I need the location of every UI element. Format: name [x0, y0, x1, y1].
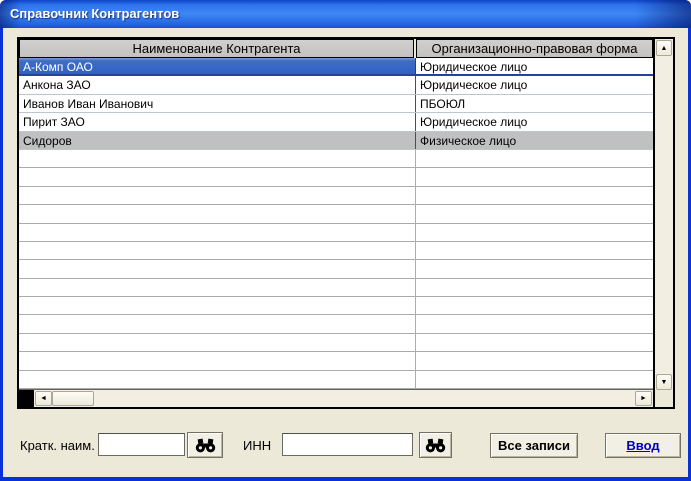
all-records-button-label: Все записи — [497, 438, 571, 453]
table-empty-row — [19, 149, 653, 169]
cell-counterparty-name[interactable]: Анкона ЗАО — [19, 76, 416, 94]
table-row[interactable]: А-Комп ОАО Юридическое лицо — [19, 58, 653, 77]
scrollbar-corner-block — [19, 390, 34, 407]
cell-legal-form[interactable]: Юридическое лицо — [416, 76, 653, 93]
column-header-name[interactable]: Наименование Контрагента — [19, 39, 414, 58]
empty-cell — [416, 297, 653, 314]
empty-cell — [416, 352, 653, 369]
table-header-row: Наименование Контрагента Организационно-… — [19, 39, 653, 58]
dialog-window: Справочник Контрагентов Наименование Кон… — [0, 0, 691, 481]
column-header-legal-form[interactable]: Организационно-правовая форма — [416, 39, 653, 58]
horizontal-scroll-track[interactable] — [94, 390, 634, 407]
empty-cell — [19, 260, 416, 278]
inn-input[interactable] — [282, 433, 413, 456]
table-row[interactable]: Анкона ЗАО Юридическое лицо — [19, 76, 653, 95]
empty-cell — [416, 260, 653, 277]
empty-cell — [19, 352, 416, 370]
binoculars-icon — [195, 438, 215, 452]
table-row[interactable]: Сидоров Физическое лицо — [19, 131, 653, 150]
cell-counterparty-name[interactable]: Пирит ЗАО — [19, 113, 416, 131]
table-empty-row — [19, 297, 653, 316]
title-bar[interactable]: Справочник Контрагентов — [0, 0, 691, 28]
horizontal-scrollbar[interactable]: ◄ ► — [19, 389, 653, 407]
table-empty-row — [19, 370, 653, 389]
table: Наименование Контрагента Организационно-… — [19, 39, 653, 389]
empty-cell — [416, 224, 653, 241]
enter-button[interactable]: Ввод — [605, 433, 681, 458]
empty-cell — [416, 334, 653, 351]
scroll-right-button[interactable]: ► — [635, 391, 652, 406]
empty-cell — [19, 241, 416, 260]
cell-legal-form[interactable]: Физическое лицо — [416, 131, 653, 149]
arrow-up-icon: ▲ — [660, 44, 668, 52]
cell-counterparty-name[interactable]: Сидоров — [19, 131, 416, 149]
all-records-button[interactable]: Все записи — [490, 433, 578, 458]
short-name-label: Кратк. наим. — [20, 438, 95, 453]
empty-cell — [19, 205, 416, 223]
arrow-right-icon: ► — [640, 395, 647, 402]
empty-cell — [19, 370, 416, 389]
binoculars-icon — [425, 438, 446, 452]
empty-cell — [416, 242, 653, 259]
table-empty-row — [19, 278, 653, 298]
empty-cell — [19, 223, 416, 241]
scrollbar-corner — [653, 390, 673, 407]
table-empty-row — [19, 223, 653, 242]
empty-cell — [416, 279, 653, 296]
counterparty-grid: Наименование Контрагента Организационно-… — [17, 37, 675, 409]
cell-counterparty-name[interactable]: Иванов Иван Иванович — [19, 94, 416, 113]
table-empty-row — [19, 186, 653, 206]
scroll-down-button[interactable]: ▼ — [656, 374, 672, 390]
short-name-input[interactable] — [98, 433, 185, 456]
table-empty-row — [19, 333, 653, 353]
arrow-down-icon: ▼ — [660, 378, 668, 386]
enter-button-label: Ввод — [626, 438, 660, 453]
empty-cell — [19, 186, 416, 205]
empty-cell — [19, 168, 416, 186]
table-empty-row — [19, 168, 653, 187]
empty-cell — [416, 371, 653, 388]
empty-cell — [416, 187, 653, 204]
empty-cell — [416, 205, 653, 222]
cell-legal-form[interactable]: Юридическое лицо — [416, 58, 653, 74]
cell-legal-form[interactable]: Юридическое лицо — [416, 113, 653, 130]
scroll-up-button[interactable]: ▲ — [656, 40, 672, 56]
empty-cell — [416, 315, 653, 332]
arrow-left-icon: ◄ — [40, 395, 47, 402]
empty-cell — [416, 168, 653, 185]
table-empty-row — [19, 352, 653, 371]
empty-cell — [19, 297, 416, 315]
cell-counterparty-name[interactable]: А-Комп ОАО — [19, 58, 416, 75]
find-by-inn-button[interactable] — [419, 432, 452, 458]
inn-label: ИНН — [243, 438, 272, 453]
scroll-left-button[interactable]: ◄ — [35, 391, 52, 406]
window-title: Справочник Контрагентов — [10, 6, 180, 21]
table-empty-row — [19, 241, 653, 261]
empty-cell — [19, 278, 416, 297]
table-empty-row — [19, 315, 653, 334]
table-row[interactable]: Пирит ЗАО Юридическое лицо — [19, 113, 653, 132]
table-empty-row — [19, 205, 653, 224]
horizontal-scroll-thumb[interactable] — [52, 391, 94, 406]
cell-legal-form[interactable]: ПБОЮЛ — [416, 95, 653, 112]
empty-cell — [19, 149, 416, 168]
find-by-name-button[interactable] — [187, 432, 223, 458]
empty-cell — [19, 333, 416, 352]
empty-cell — [416, 150, 653, 167]
table-empty-row — [19, 260, 653, 279]
table-row[interactable]: Иванов Иван Иванович ПБОЮЛ — [19, 94, 653, 114]
table-body: А-Комп ОАО Юридическое лицо Анкона ЗАО Юрид… — [19, 58, 653, 389]
empty-cell — [19, 315, 416, 333]
vertical-scrollbar[interactable]: ▲ ▼ — [653, 39, 673, 391]
